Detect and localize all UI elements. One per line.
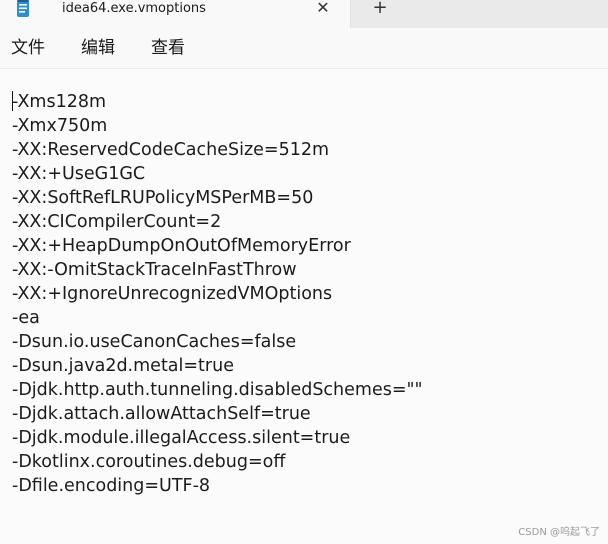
- new-tab-button[interactable]: +: [365, 0, 395, 18]
- editor-line: -XX:-OmitStackTraceInFastThrow: [12, 260, 297, 280]
- watermark: CSDN @呜起飞了: [518, 527, 600, 538]
- editor-line: -Djdk.attach.allowAttachSelf=true: [12, 404, 311, 424]
- editor-line: -XX:CICompilerCount=2: [12, 212, 222, 232]
- editor-line: -XX:+IgnoreUnrecognizedVMOptions: [12, 284, 333, 304]
- editor-line: -XX:SoftRefLRUPolicyMSPerMB=50: [12, 188, 314, 208]
- menu-view[interactable]: 查看: [151, 36, 185, 60]
- editor-line: -XX:+UseG1GC: [12, 164, 146, 184]
- editor-line: -Djdk.http.auth.tunneling.disabledScheme…: [12, 380, 423, 400]
- editor-line: -ea: [12, 308, 40, 328]
- menu-edit[interactable]: 编辑: [81, 36, 115, 60]
- editor-line: -Djdk.module.illegalAccess.silent=true: [12, 428, 351, 448]
- menu-file[interactable]: 文件: [11, 36, 45, 60]
- editor-line: -Xms128m: [12, 92, 107, 112]
- menu-bar: 文件 编辑 查看: [0, 28, 608, 69]
- text-editor[interactable]: -Xms128m -Xmx750m -XX:ReservedCodeCacheS…: [0, 69, 608, 544]
- close-tab-button[interactable]: ✕: [310, 0, 336, 18]
- editor-line: -XX:ReservedCodeCacheSize=512m: [12, 140, 330, 160]
- notepad-icon: [14, 0, 32, 18]
- editor-line: -Dfile.encoding=UTF-8: [12, 476, 211, 496]
- editor-line: -Dsun.io.useCanonCaches=false: [12, 332, 297, 352]
- tab-title: idea64.exe.vmoptions: [62, 1, 206, 16]
- editor-lines: -Xms128m -Xmx750m -XX:ReservedCodeCacheS…: [12, 90, 423, 498]
- editor-line: -Dkotlinx.coroutines.debug=off: [12, 452, 286, 472]
- text-caret: [12, 91, 13, 111]
- editor-line: -XX:+HeapDumpOnOutOfMemoryError: [12, 236, 351, 256]
- tab-document[interactable]: idea64.exe.vmoptions ✕: [0, 0, 351, 28]
- tab-bar: idea64.exe.vmoptions ✕ +: [0, 0, 608, 28]
- editor-line: -Xmx750m: [12, 116, 108, 136]
- editor-line: -Dsun.java2d.metal=true: [12, 356, 234, 376]
